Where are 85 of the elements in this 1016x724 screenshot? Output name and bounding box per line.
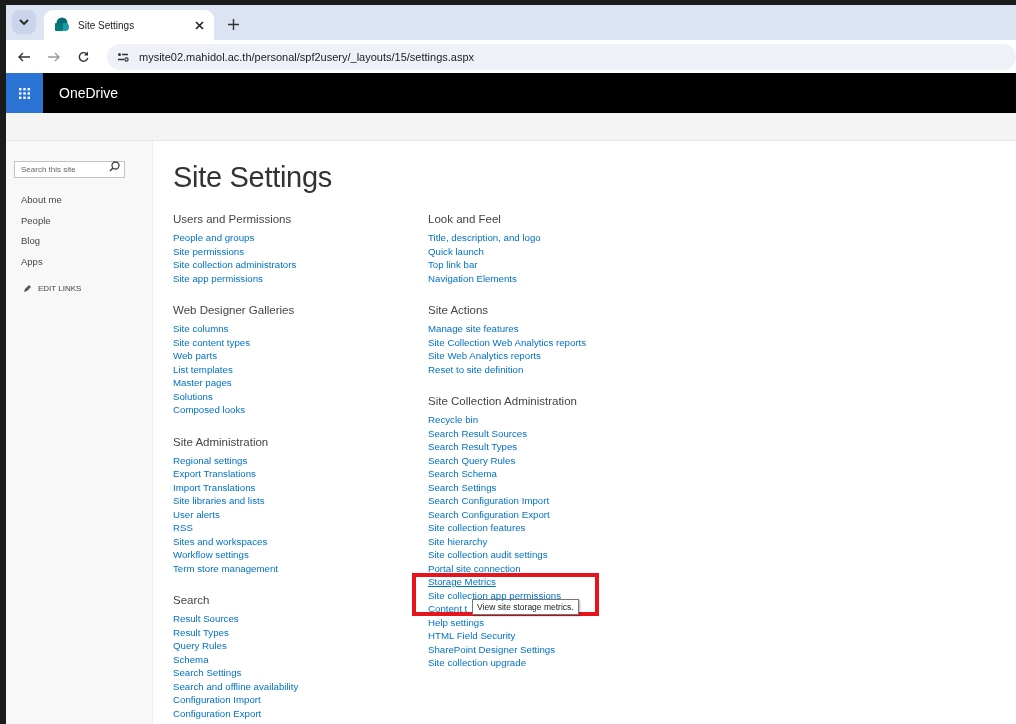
tab-title: Site Settings bbox=[78, 19, 136, 31]
close-icon[interactable] bbox=[195, 20, 204, 30]
settings-link[interactable]: Query Rules bbox=[173, 639, 227, 653]
settings-link[interactable]: Quick launch bbox=[428, 244, 484, 258]
settings-link[interactable]: Search Settings bbox=[173, 666, 242, 680]
address-bar[interactable]: mysite02.mahidol.ac.th/personal/spf2usery/_layouts/15/settings.aspx bbox=[107, 43, 1016, 70]
settings-link[interactable]: Composed looks bbox=[173, 403, 246, 417]
search-field[interactable]: Search this site bbox=[14, 161, 125, 178]
reload-icon[interactable] bbox=[78, 51, 89, 62]
site-info-icon[interactable] bbox=[117, 51, 129, 62]
section-heading: Site Administration bbox=[173, 434, 270, 449]
settings-link[interactable]: Search Result Sources bbox=[428, 426, 528, 440]
settings-link[interactable]: Portal site connection bbox=[428, 561, 521, 575]
back-icon[interactable] bbox=[18, 51, 30, 62]
settings-link[interactable]: Search Query Rules bbox=[428, 453, 516, 467]
section-heading: Search bbox=[173, 593, 211, 607]
settings-link[interactable]: Site libraries and lists bbox=[173, 494, 265, 508]
page-title: Site Settings bbox=[173, 161, 333, 194]
settings-link[interactable]: Site permissions bbox=[173, 244, 245, 258]
tab-list-button[interactable] bbox=[12, 10, 36, 34]
settings-link[interactable]: Navigation Elements bbox=[428, 271, 517, 285]
settings-link[interactable]: Term store management bbox=[173, 561, 278, 575]
settings-link[interactable]: SharePoint Designer Settings bbox=[428, 642, 556, 656]
settings-link[interactable]: Site columns bbox=[173, 322, 229, 336]
sidebar-item[interactable]: People bbox=[21, 214, 152, 235]
sidebar-item[interactable]: About me bbox=[21, 194, 152, 215]
settings-link[interactable]: Site app permissions bbox=[173, 271, 263, 285]
settings-link[interactable]: Top link bar bbox=[428, 258, 478, 272]
settings-link[interactable]: Search and offline availability bbox=[173, 679, 299, 693]
search-icon[interactable] bbox=[109, 161, 120, 172]
settings-link[interactable]: Site hierarchy bbox=[428, 534, 488, 548]
settings-link[interactable]: RSS bbox=[173, 521, 193, 535]
settings-link[interactable]: User alerts bbox=[173, 507, 220, 521]
settings-link[interactable]: Configuration Export bbox=[173, 706, 262, 720]
settings-link[interactable]: Site content types bbox=[173, 335, 250, 349]
app-title[interactable]: OneDrive bbox=[59, 85, 119, 101]
sharepoint-logo-icon bbox=[54, 17, 70, 33]
settings-link[interactable]: Schema bbox=[173, 652, 209, 666]
settings-link[interactable]: Result Types bbox=[173, 625, 229, 639]
settings-link[interactable]: Search Schema bbox=[428, 467, 497, 481]
settings-link[interactable]: Import Translations bbox=[173, 480, 256, 494]
settings-link[interactable]: Site Web Analytics reports bbox=[428, 349, 541, 363]
pencil-icon bbox=[23, 284, 32, 293]
settings-link[interactable]: Content t bbox=[428, 602, 468, 616]
settings-link[interactable]: Result Sources bbox=[173, 612, 239, 626]
settings-link[interactable]: Title, description, and logo bbox=[428, 231, 541, 245]
chevron-down-icon bbox=[19, 18, 29, 26]
settings-link[interactable]: Sites and workspaces bbox=[173, 534, 268, 548]
settings-link[interactable]: Search Configuration Import bbox=[428, 494, 550, 508]
settings-link[interactable]: Regional settings bbox=[173, 453, 248, 467]
settings-link[interactable]: Search Result Types bbox=[428, 440, 518, 454]
sidebar-item[interactable]: Blog bbox=[21, 235, 152, 256]
settings-link[interactable]: Site Collection Web Analytics reports bbox=[428, 335, 587, 349]
settings-link[interactable]: Help settings bbox=[428, 615, 484, 629]
new-tab-icon[interactable] bbox=[228, 19, 239, 30]
settings-link[interactable]: Solutions bbox=[173, 389, 213, 403]
app-launcher-button[interactable] bbox=[6, 73, 43, 113]
settings-link[interactable]: Site collection audit settings bbox=[428, 548, 548, 562]
settings-link[interactable]: Web parts bbox=[173, 349, 217, 363]
settings-link[interactable]: Export Translations bbox=[173, 467, 256, 481]
settings-link[interactable]: Recycle bin bbox=[428, 413, 479, 427]
section-heading: Look and Feel bbox=[428, 212, 502, 226]
settings-link[interactable]: Master pages bbox=[173, 376, 232, 390]
sidebar-item[interactable]: Apps bbox=[21, 255, 152, 276]
settings-link[interactable]: Reset to site definition bbox=[428, 362, 524, 376]
settings-link[interactable]: HTML Field Security bbox=[428, 629, 516, 643]
edit-links-link[interactable]: EDIT LINKS bbox=[38, 284, 82, 293]
section-heading: Site Collection Administration bbox=[428, 394, 578, 408]
settings-link[interactable]: Search Configuration Export bbox=[428, 507, 550, 521]
settings-link[interactable]: Search Settings bbox=[428, 480, 497, 494]
settings-link[interactable]: Site collection administrators bbox=[173, 258, 297, 272]
settings-link[interactable]: People and groups bbox=[173, 231, 255, 245]
settings-link[interactable]: Manage site features bbox=[428, 322, 519, 336]
settings-link[interactable]: Workflow settings bbox=[173, 548, 249, 562]
section-heading: Web Designer Galleries bbox=[173, 303, 296, 317]
section-heading: Site Actions bbox=[428, 303, 490, 317]
forward-icon[interactable] bbox=[48, 51, 60, 62]
waffle-icon bbox=[19, 87, 30, 99]
settings-link[interactable]: Site collection upgrade bbox=[428, 656, 526, 670]
settings-link[interactable]: Configuration Import bbox=[173, 693, 261, 707]
section-heading: Users and Permissions bbox=[173, 212, 293, 226]
settings-link[interactable]: List templates bbox=[173, 362, 233, 376]
browser-tab[interactable]: Site Settings bbox=[44, 10, 214, 40]
settings-link[interactable]: Storage Metrics bbox=[428, 575, 496, 589]
settings-link[interactable]: Site collection features bbox=[428, 521, 526, 535]
